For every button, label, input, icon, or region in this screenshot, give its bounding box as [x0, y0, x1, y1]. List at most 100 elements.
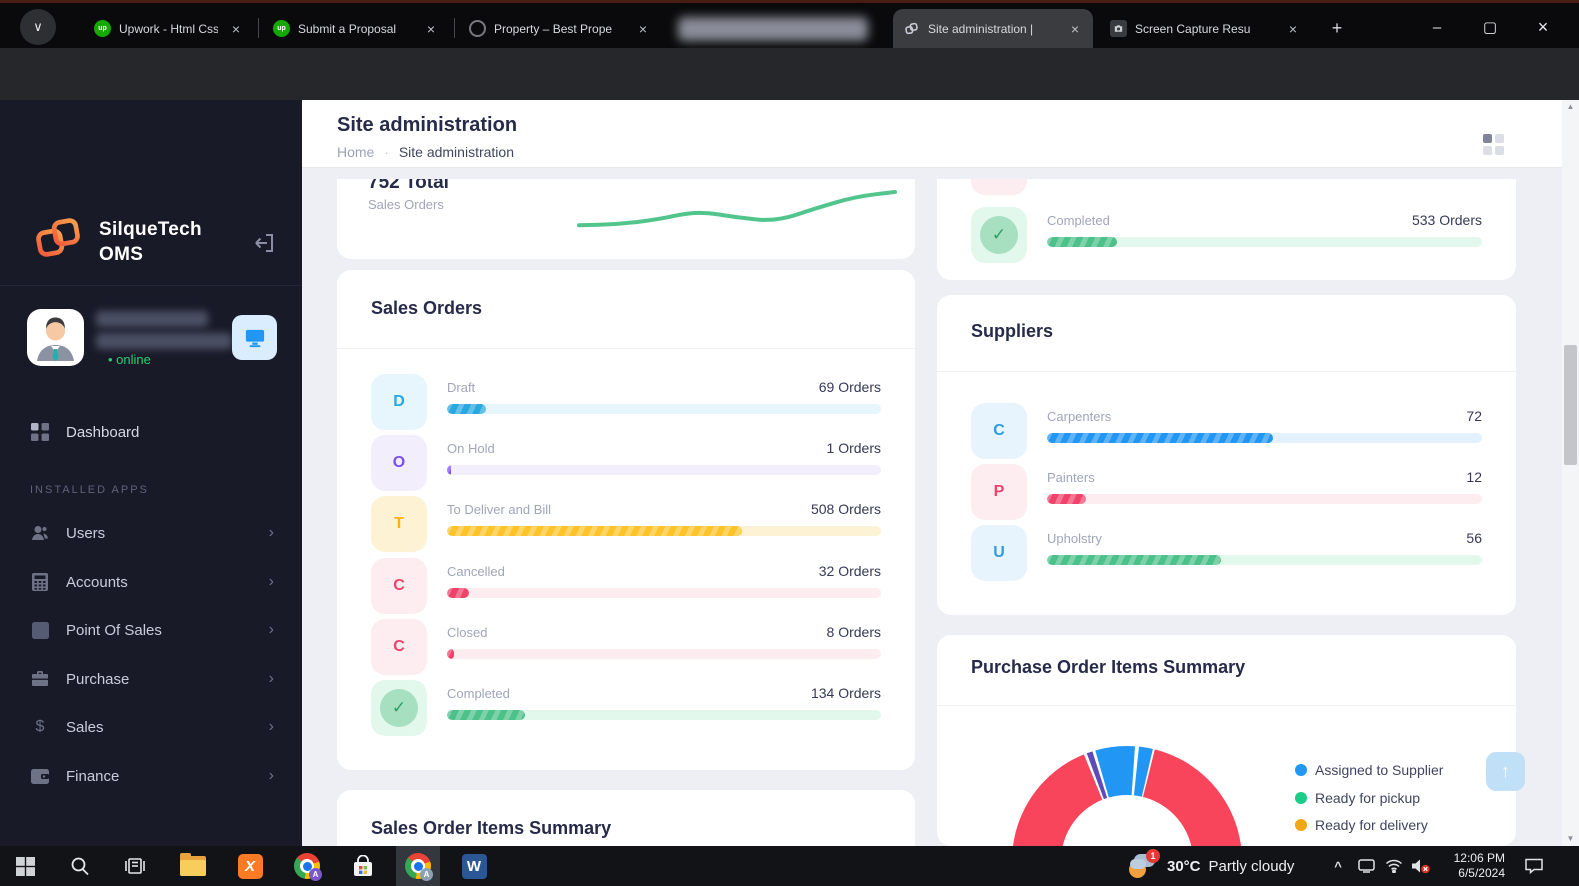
sidebar-item-dashboard[interactable]: Dashboard [0, 410, 302, 454]
page-scrollbar[interactable]: ▲ ▼ [1562, 100, 1579, 846]
tab-blurred[interactable] [668, 9, 886, 48]
progress-fill [447, 404, 486, 414]
progress-track [447, 526, 881, 536]
workstation-button[interactable] [232, 315, 277, 360]
generic-favicon-icon [469, 20, 486, 37]
close-icon[interactable]: × [423, 21, 439, 37]
maximize-icon: ▢ [1483, 18, 1497, 36]
status-row-content: Completed 134 Orders [447, 685, 881, 720]
chevron-down-icon: ∨ [33, 19, 43, 35]
tab-screen-capture[interactable]: Screen Capture Resu × [1100, 9, 1312, 48]
card-title: Suppliers [971, 321, 1053, 342]
brand-line1: SilqueTech [99, 219, 202, 240]
supplier-label: Painters [1047, 470, 1095, 485]
tab-separator [454, 18, 455, 38]
sidebar-collapse-icon[interactable] [252, 231, 276, 255]
progress-fill [447, 649, 454, 659]
word-button[interactable]: W [452, 846, 496, 886]
progress-track [447, 404, 881, 414]
action-center-button[interactable] [1516, 846, 1552, 886]
user-avatar[interactable] [27, 309, 84, 366]
sidebar-item-users[interactable]: Users › [0, 511, 302, 555]
scrollbar-thumb[interactable] [1564, 345, 1577, 465]
supplier-badge: U [971, 525, 1027, 581]
breadcrumb-separator: · [384, 144, 389, 160]
tab-submit-proposal[interactable]: up Submit a Proposal × [263, 9, 449, 48]
sidebar-item-label: Sales [66, 719, 104, 736]
brand-name: SilqueTech OMS [99, 217, 202, 267]
sidebar-item-sales[interactable]: $ Sales › [0, 705, 302, 749]
taskbar-clock[interactable]: 12:06 PM 6/5/2024 [1437, 846, 1505, 886]
taskbar-search-button[interactable] [58, 846, 102, 886]
legend-label: Assigned to Supplier [1315, 762, 1443, 778]
close-icon[interactable]: × [635, 21, 651, 37]
status-label: Completed [1047, 213, 1110, 228]
progress-fill [1047, 555, 1221, 565]
sidebar-item-purchase[interactable]: Purchase › [0, 657, 302, 701]
upwork-icon: up [94, 20, 111, 37]
task-view-button[interactable] [113, 846, 157, 886]
breadcrumb-home[interactable]: Home [337, 144, 374, 160]
close-icon: × [1538, 17, 1549, 38]
tab-property[interactable]: Property – Best Prope × [459, 9, 661, 48]
legend-dot [1295, 819, 1307, 831]
search-icon [70, 856, 90, 876]
browser-tab-strip: ∨ up Upwork - Html Css × up Submit a Pro… [0, 3, 1579, 48]
chevron-right-icon: › [269, 718, 274, 736]
status-value: 69 Orders [819, 379, 881, 395]
profile-badge: A [309, 868, 322, 881]
maximize-button[interactable]: ▢ [1470, 11, 1510, 43]
start-button[interactable] [3, 846, 47, 886]
new-tab-button[interactable]: + [1320, 9, 1354, 48]
microsoft-store-button[interactable] [341, 846, 385, 886]
chevron-right-icon: › [269, 573, 274, 591]
tray-cast-button[interactable] [1353, 846, 1379, 886]
tab-site-administration[interactable]: Site administration | × [893, 9, 1093, 48]
close-icon[interactable]: × [228, 21, 244, 37]
chevron-up-icon: ^ [1334, 859, 1342, 874]
brand-line2: OMS [99, 244, 143, 265]
supplier-badge: C [971, 403, 1027, 459]
file-explorer-button[interactable] [171, 846, 215, 886]
chrome-profile2-button-active[interactable]: A [396, 846, 440, 886]
profile-badge: A [420, 868, 433, 881]
status-badge: C [371, 619, 427, 675]
silquetech-icon [903, 20, 920, 37]
check-icon: ✓ [980, 216, 1018, 254]
status-badge: ✓ [371, 680, 427, 736]
card-title: Sales Order Items Summary [371, 818, 611, 839]
tab-upwork[interactable]: up Upwork - Html Css × [84, 9, 254, 48]
tray-wifi-button[interactable] [1381, 846, 1407, 886]
scroll-up-arrow[interactable]: ▲ [1562, 100, 1579, 114]
status-row-content: Cancelled 32 Orders [447, 563, 881, 598]
tray-volume-muted-button[interactable] [1407, 846, 1435, 886]
person-avatar-icon [27, 309, 84, 366]
progress-fill [447, 526, 742, 536]
layout-grid-icon[interactable] [1483, 134, 1504, 155]
card-title: Sales Orders [371, 298, 482, 319]
chrome-profile1-button[interactable]: A [285, 846, 329, 886]
legend-dot [1295, 792, 1307, 804]
minimize-button[interactable]: – [1417, 11, 1457, 43]
weather-widget[interactable]: 1 30°C Partly cloudy [1128, 846, 1294, 886]
tray-chevron-button[interactable]: ^ [1325, 846, 1351, 886]
scroll-to-top-button[interactable]: ↑ [1486, 752, 1525, 791]
sidebar-item-finance[interactable]: Finance › [0, 754, 302, 798]
close-icon[interactable]: × [1067, 21, 1083, 37]
tab-label: Site administration | [928, 22, 1057, 36]
chevron-right-icon: › [269, 524, 274, 542]
close-window-button[interactable]: × [1523, 11, 1563, 43]
suppliers-card: Suppliers C Carpenters 72 P Painters 12 [937, 295, 1516, 615]
supplier-row-content: Upholstry 56 [1047, 530, 1482, 565]
browser-toolbar: ← → ↻ ☆ A ⋮ [0, 48, 1579, 100]
tab-search-button[interactable]: ∨ [20, 9, 56, 45]
sidebar-item-accounts[interactable]: Accounts › [0, 560, 302, 604]
status-label: Closed [447, 625, 487, 640]
wifi-icon [1385, 859, 1403, 873]
scroll-down-arrow[interactable]: ▼ [1562, 832, 1579, 846]
close-icon[interactable]: × [1285, 21, 1301, 37]
page-header: Site administration Home · Site administ… [302, 100, 1562, 167]
sidebar-item-label: Users [66, 525, 105, 542]
xampp-button[interactable]: X [228, 846, 272, 886]
sidebar-item-point-of-sales[interactable]: Point Of Sales › [0, 608, 302, 652]
